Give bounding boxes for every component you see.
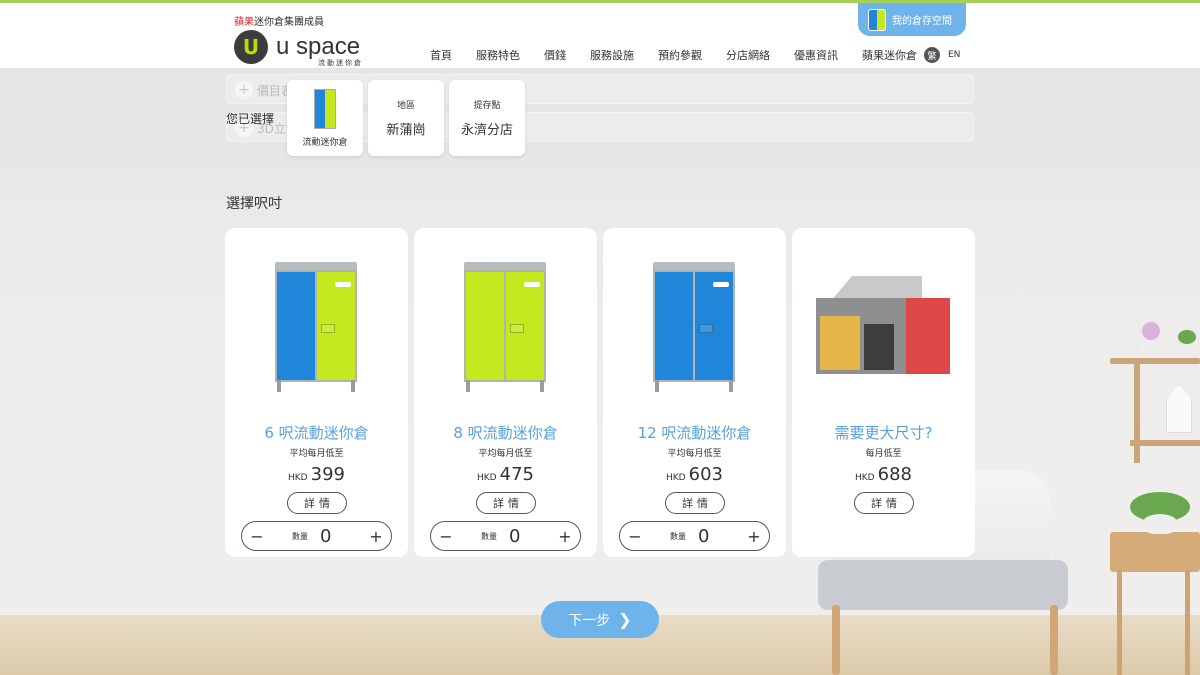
group-text: 迷你倉集團成員 [254, 17, 324, 28]
size-card-larger: 需要更大尺寸? 每月低至 HKD 688 詳情 [792, 228, 975, 557]
locker-door-left [655, 272, 693, 380]
next-step-button[interactable]: 下一步 ❯ [541, 601, 659, 638]
nav-item-home[interactable]: 首頁 [430, 47, 452, 63]
detail-button[interactable]: 詳情 [476, 492, 536, 514]
armchair-leg [1050, 605, 1058, 675]
size-card-8ft: 8 呎流動迷你倉 平均每月低至 HKD 475 詳情 − 數量 0 + [414, 228, 597, 557]
size-card-sub: 平均每月低至 [289, 449, 344, 459]
qty-value: 0 [320, 525, 332, 547]
selected-label: 您已選擇 [226, 112, 275, 126]
side-table-leg [1185, 570, 1190, 675]
selected-district-label: 地區 [396, 101, 415, 111]
size-card-price: HKD 399 [288, 464, 345, 485]
selected-district-value: 新蒲崗 [386, 123, 426, 138]
main-nav: 首頁 服務特色 價錢 服務設施 預約參觀 分店網絡 優惠資訊 蘋果迷你倉 [430, 47, 941, 63]
site-header: 蘋果迷你倉集團成員 U u space 流動迷你倉 首頁 服務特色 價錢 服務設… [0, 3, 1200, 69]
size-card-name: 12 呎流動迷你倉 [637, 424, 752, 442]
size-cards: 6 呎流動迷你倉 平均每月低至 HKD 399 詳情 − 數量 0 + 8 呎流動… [225, 228, 975, 557]
qty-label: 數量 [292, 531, 308, 541]
selected-product-value: 流動迷你倉 [302, 137, 348, 148]
detail-button[interactable]: 詳情 [665, 492, 725, 514]
group-brand: 蘋果 [234, 17, 254, 28]
qty-minus-button[interactable]: − [431, 522, 461, 550]
chevron-right-icon: ❯ [618, 610, 632, 629]
bird-house-decoration [1166, 385, 1192, 433]
size-card-price: HKD 603 [666, 464, 723, 485]
wall-shelf [1110, 358, 1200, 364]
wall-shelf-support [1134, 358, 1140, 463]
next-step-label: 下一步 [568, 612, 611, 629]
flower-decoration [1142, 322, 1160, 340]
detail-button[interactable]: 詳情 [854, 492, 914, 514]
selected-product-card[interactable]: 流動迷你倉 [287, 80, 363, 156]
locker-door-left [277, 272, 315, 380]
nav-item-apple-storage[interactable]: 蘋果迷你倉 [862, 47, 917, 63]
lang-en-button[interactable]: EN [948, 50, 960, 60]
locker-image [271, 262, 361, 392]
quantity-stepper: − 數量 0 + [619, 521, 770, 551]
detail-button[interactable]: 詳情 [287, 492, 347, 514]
size-card-sub: 平均每月低至 [478, 449, 533, 459]
qty-value: 0 [698, 525, 710, 547]
size-card-name: 需要更大尺寸? [834, 424, 933, 442]
armchair-seat [818, 560, 1068, 610]
side-table-leg [1117, 570, 1122, 675]
nav-item-branches[interactable]: 分店網絡 [726, 47, 770, 63]
locker-door-right [693, 272, 733, 380]
lang-zh-button[interactable]: 繁 [924, 47, 940, 63]
qty-plus-button[interactable]: + [739, 522, 769, 550]
side-table [1110, 532, 1200, 572]
group-member-text: 蘋果迷你倉集團成員 [234, 13, 324, 28]
qty-label: 數量 [481, 531, 497, 541]
selected-pickup-label: 提存點 [473, 101, 501, 111]
storage-room-image [816, 276, 952, 376]
size-card-sub: 每月低至 [865, 449, 902, 459]
locker-door-right [315, 272, 355, 380]
my-storage-button[interactable]: 我的倉存空間 [858, 3, 966, 36]
locker-icon [314, 88, 336, 129]
size-card-6ft: 6 呎流動迷你倉 平均每月低至 HKD 399 詳情 − 數量 0 + [225, 228, 408, 557]
size-card-12ft: 12 呎流動迷你倉 平均每月低至 HKD 603 詳情 − 數量 0 + [603, 228, 786, 557]
locker-image [649, 262, 739, 392]
plant-leaves [1178, 330, 1196, 344]
locker-door-left [466, 272, 504, 380]
flower-pot [1140, 340, 1162, 358]
armchair-leg [832, 605, 840, 675]
nav-item-facilities[interactable]: 服務設施 [590, 47, 634, 63]
nav-item-offers[interactable]: 優惠資訊 [794, 47, 838, 63]
size-section-title: 選擇呎吋 [226, 196, 282, 212]
wall-shelf-lower [1130, 440, 1200, 446]
size-card-price: HKD 475 [477, 464, 534, 485]
locker-door-right [504, 272, 544, 380]
qty-plus-button[interactable]: + [550, 522, 580, 550]
selected-pickup-value: 永濟分店 [460, 123, 513, 138]
plus-icon: + [235, 81, 253, 99]
nav-item-booking[interactable]: 預約參觀 [658, 47, 702, 63]
size-card-name: 8 呎流動迷你倉 [453, 424, 558, 442]
quantity-stepper: − 數量 0 + [430, 521, 581, 551]
table-plant-pot [1142, 514, 1178, 534]
qty-value: 0 [509, 525, 521, 547]
size-card-sub: 平均每月低至 [667, 449, 722, 459]
locker-image [460, 262, 550, 392]
logo-wordmark: u space [276, 33, 361, 60]
locker-icon [868, 8, 886, 31]
qty-minus-button[interactable]: − [620, 522, 650, 550]
size-card-price: HKD 688 [855, 464, 912, 485]
logo-mark-icon: U [234, 30, 268, 64]
qty-minus-button[interactable]: − [242, 522, 272, 550]
nav-item-features[interactable]: 服務特色 [476, 47, 520, 63]
size-card-name: 6 呎流動迷你倉 [264, 424, 369, 442]
qty-plus-button[interactable]: + [361, 522, 391, 550]
logo-subtitle: 流動迷你倉 [318, 59, 363, 67]
qty-label: 數量 [670, 531, 686, 541]
quantity-stepper: − 數量 0 + [241, 521, 392, 551]
selected-district-card[interactable]: 地區 新蒲崗 [368, 80, 444, 156]
nav-item-pricing[interactable]: 價錢 [544, 47, 566, 63]
my-storage-label: 我的倉存空間 [892, 16, 952, 27]
selected-pickup-card[interactable]: 提存點 永濟分店 [449, 80, 525, 156]
